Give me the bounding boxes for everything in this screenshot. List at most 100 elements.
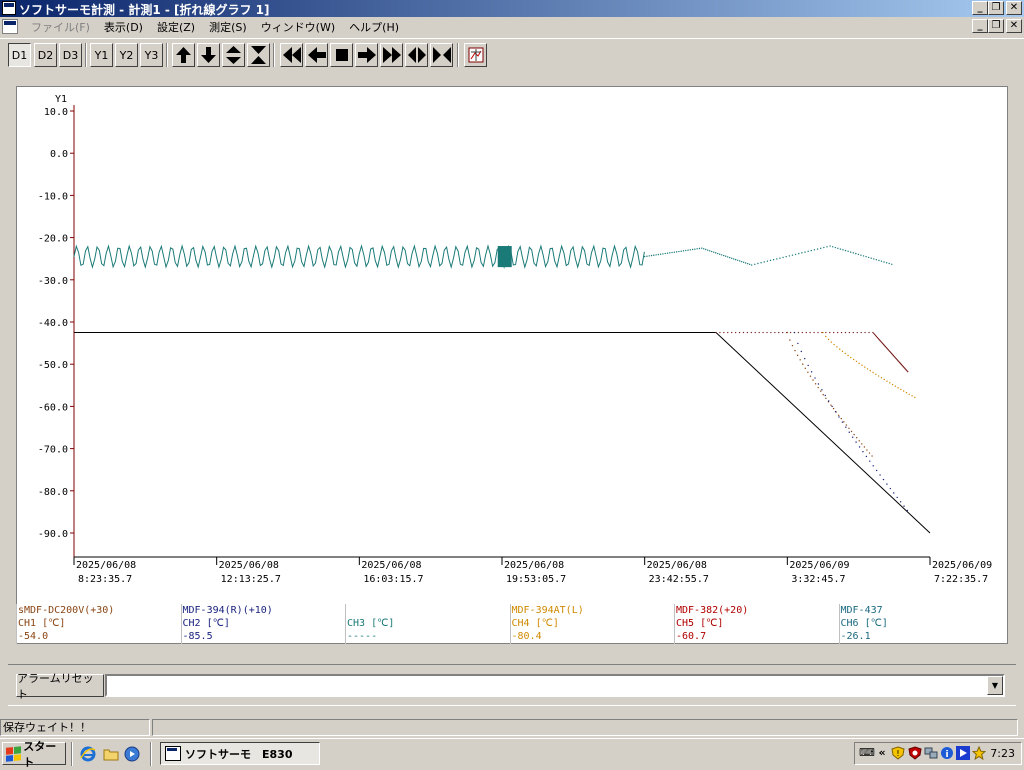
arrow-left-icon[interactable] (305, 43, 328, 67)
star-icon[interactable] (972, 746, 986, 760)
x-tick-label-time: 3:32:45.7 (791, 574, 845, 585)
restore-button[interactable]: ❐ (988, 1, 1004, 15)
series-point (911, 395, 913, 397)
menu-item-4[interactable]: ウィンドウ(W) (254, 19, 342, 35)
line-chart: Y1 10.0 0.0 -10.0 -20.0 -30.0 -40.0 -50.0 -60.0 -… (38, 94, 992, 585)
series-point (852, 252, 854, 254)
series-point (746, 262, 749, 265)
y3-button[interactable]: Y3 (140, 43, 163, 67)
legend-channel-3: CH3 [℃] ----- (345, 604, 509, 644)
alarm-message-select[interactable]: ▼ (105, 674, 1005, 697)
series-point (877, 375, 880, 377)
series-point (834, 246, 836, 249)
series-point (863, 446, 866, 448)
series-point (862, 451, 864, 453)
stop-icon[interactable] (330, 43, 353, 67)
menu-item-3[interactable]: 測定(S) (202, 19, 254, 35)
series-point (817, 383, 820, 385)
fast-forward-icon[interactable] (380, 43, 403, 67)
series-point (810, 249, 813, 252)
internet-explorer-icon[interactable] (80, 746, 96, 762)
network-icon[interactable] (924, 746, 938, 760)
doc-restore-button[interactable]: ❐ (988, 19, 1004, 33)
play-icon[interactable] (956, 746, 970, 760)
series-point (766, 260, 769, 262)
series-point (871, 455, 873, 457)
menu-item-1[interactable]: 表示(D) (97, 19, 150, 35)
series-point (838, 348, 841, 350)
series-point (832, 407, 835, 410)
d1-button[interactable]: D1 (8, 43, 31, 67)
d2-button[interactable]: D2 (34, 43, 57, 67)
arrow-down-icon[interactable] (197, 43, 220, 67)
legend-unit: CH6 [℃] (840, 618, 888, 629)
close-button[interactable]: ✕ (1006, 1, 1022, 15)
chevron-left-icon[interactable]: « (875, 746, 889, 760)
channel-legend: sMDF-DC200V(+30) CH1 [℃] -54.0 MDF-394(R)(+… (16, 604, 1004, 644)
series-point (786, 331, 789, 334)
chevron-down-icon[interactable]: ▼ (987, 676, 1003, 695)
series-point (789, 339, 791, 341)
document-icon[interactable] (2, 19, 18, 34)
series-point (903, 505, 905, 507)
system-tray: ⌨ « ! i 7:23 (854, 742, 1022, 765)
d3-button[interactable]: D3 (59, 43, 82, 67)
series-point (689, 249, 692, 251)
chart-settings-icon[interactable] (464, 43, 487, 67)
series-point (669, 252, 671, 254)
series-point (789, 331, 792, 334)
series-point (856, 331, 858, 334)
series-point (830, 341, 833, 343)
series-point (847, 354, 849, 357)
series-point (844, 352, 846, 355)
security-shield-icon[interactable]: ! (891, 746, 905, 760)
shrink-vertical-icon[interactable] (247, 43, 270, 67)
alarm-reset-button[interactable]: アラームリセット (16, 672, 104, 701)
y1-button[interactable]: Y1 (90, 43, 113, 67)
doc-close-button[interactable]: ✕ (1006, 19, 1022, 33)
app-icon[interactable] (2, 1, 16, 15)
expand-vertical-icon[interactable] (222, 43, 245, 67)
keyboard-icon[interactable]: ⌨ (859, 746, 875, 760)
expand-horizontal-icon[interactable] (405, 43, 428, 67)
series-point (734, 258, 737, 261)
x-tick-label-time: 12:13:25.7 (221, 574, 281, 585)
status-panel (152, 719, 1018, 736)
series-line-2 (73, 244, 645, 269)
taskbar-item-label: ソフトサーモ E830 (185, 747, 293, 761)
series-point (734, 331, 737, 334)
series-point (855, 437, 858, 439)
menu-item-2[interactable]: 設定(Z) (150, 19, 202, 35)
doc-minimize-button[interactable]: _ (972, 19, 988, 33)
series-point (678, 250, 680, 253)
series-point (820, 247, 822, 250)
media-player-icon[interactable] (124, 746, 140, 762)
folder-icon[interactable] (103, 746, 119, 762)
arrow-up-icon[interactable] (172, 43, 195, 67)
series-point (717, 252, 719, 255)
legend-value: ----- (347, 631, 378, 642)
rewind-icon[interactable] (280, 43, 303, 67)
x-tick-label-time: 23:42:55.7 (649, 574, 709, 585)
line-chart-panel[interactable]: Y1 10.0 0.0 -10.0 -20.0 -30.0 -40.0 -50.0 -60.0 -… (16, 86, 1008, 644)
series-point (730, 331, 733, 334)
series-marker (497, 246, 512, 268)
series-point (691, 248, 694, 251)
series-point (802, 363, 804, 365)
taskbar-item-softthermo[interactable]: ソフトサーモ E830 (160, 742, 320, 765)
start-button[interactable]: スタート (2, 740, 66, 769)
info-icon[interactable]: i (940, 746, 954, 760)
series-point (725, 255, 727, 257)
y-tick-label: -10.0 (38, 191, 68, 202)
y2-button[interactable]: Y2 (115, 43, 138, 67)
minimize-button[interactable]: _ (972, 1, 988, 15)
antivirus-icon[interactable] (908, 746, 922, 760)
menu-item-0[interactable]: ファイル(F) (24, 19, 97, 35)
shrink-horizontal-icon[interactable] (430, 43, 453, 67)
arrow-right-icon[interactable] (355, 43, 378, 67)
menu-item-5[interactable]: ヘルプ(H) (342, 19, 406, 35)
series-point (760, 262, 762, 264)
series-point (842, 249, 844, 251)
series-point (754, 263, 756, 265)
series-point (671, 251, 673, 254)
